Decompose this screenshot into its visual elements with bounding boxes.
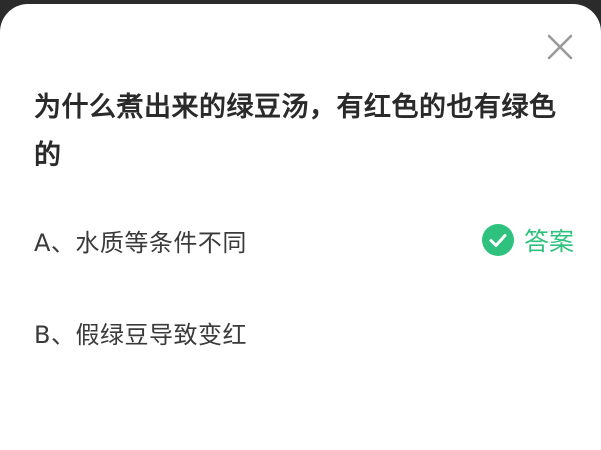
option-b-label: B、假绿豆导致变红 bbox=[34, 320, 247, 349]
check-circle-icon bbox=[481, 224, 514, 256]
answer-badge: 答案 bbox=[481, 222, 574, 258]
answer-label: 答案 bbox=[523, 227, 574, 256]
option-a[interactable]: A、水质等条件不同 答案 bbox=[34, 218, 574, 262]
close-icon bbox=[547, 34, 573, 60]
option-a-label: A、水质等条件不同 bbox=[34, 228, 247, 257]
screen: 为什么煮出来的绿豆汤，有红色的也有绿色的 A、水质等条件不同 答案 B、假绿豆导… bbox=[0, 0, 601, 450]
close-button[interactable] bbox=[543, 30, 577, 64]
option-b[interactable]: B、假绿豆导致变红 bbox=[34, 310, 574, 354]
question-text: 为什么煮出来的绿豆汤，有红色的也有绿色的 bbox=[34, 92, 557, 171]
quiz-sheet: 为什么煮出来的绿豆汤，有红色的也有绿色的 A、水质等条件不同 答案 B、假绿豆导… bbox=[0, 4, 601, 450]
